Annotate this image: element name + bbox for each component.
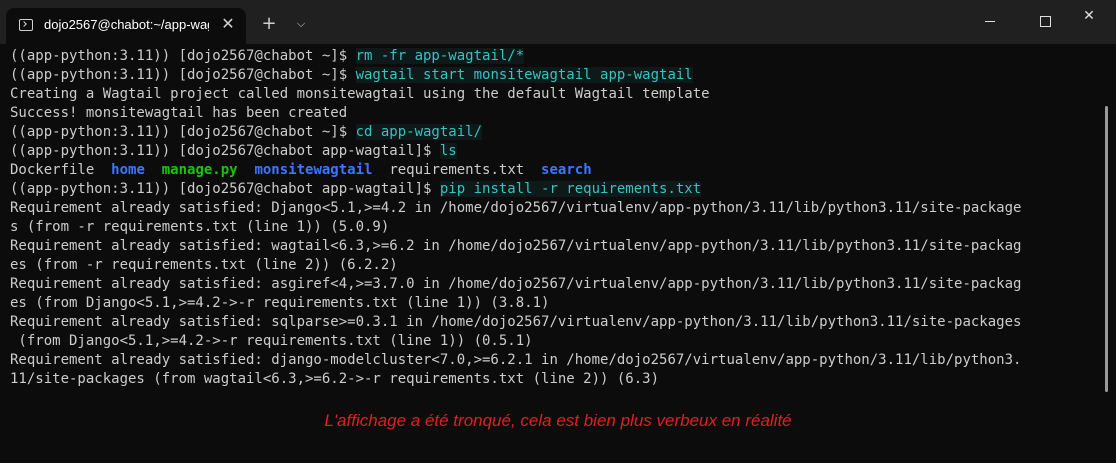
output-line: Requirement already satisfied: wagtail<6…	[10, 238, 1022, 254]
ls-dir-monsitewagtail: monsitewagtail	[254, 162, 373, 178]
maximize-button[interactable]	[1022, 8, 1068, 36]
output-line: Requirement already satisfied: sqlparse>…	[10, 314, 1022, 330]
output-line: 11/site-packages (from wagtail<6.3,>=6.2…	[10, 371, 660, 387]
command: wagtail start monsitewagtail app-wagtail	[355, 67, 693, 83]
tab-title: dojo2567@chabot:~/app-wag	[44, 17, 209, 32]
terminal-icon	[19, 19, 33, 31]
ls-dir-search: search	[541, 162, 592, 178]
command-line: ((app-python:3.11)) [dojo2567@chabot app…	[10, 142, 1100, 161]
truncation-note: L'affichage a été tronqué, cela est bien…	[324, 411, 792, 430]
maximize-icon	[1040, 16, 1051, 27]
output-line: Success! monsitewagtail has been created	[10, 105, 348, 121]
ls-file-requirements: requirements.txt	[389, 162, 525, 178]
title-bar: dojo2567@chabot:~/app-wag ✕ + ⌵ ✕	[0, 0, 1116, 44]
command: ls	[439, 143, 457, 159]
ls-dir-home: home	[111, 162, 145, 178]
command-line: ((app-python:3.11)) [dojo2567@chabot ~]$…	[10, 47, 1100, 66]
close-window-button[interactable]: ✕	[1066, 8, 1112, 36]
command-line: ((app-python:3.11)) [dojo2567@chabot ~]$…	[10, 123, 1100, 142]
output-line: s (from -r requirements.txt (line 1)) (5…	[10, 219, 390, 235]
ls-file-manage-py: manage.py	[161, 162, 238, 178]
command: rm -fr app-wagtail/*	[355, 48, 525, 64]
command: cd app-wagtail/	[355, 124, 483, 140]
prompt: ((app-python:3.11)) [dojo2567@chabot app…	[10, 181, 440, 197]
terminal-output[interactable]: ((app-python:3.11)) [dojo2567@chabot ~]$…	[10, 47, 1100, 389]
output-line: Requirement already satisfied: Django<5.…	[10, 200, 1022, 216]
scrollbar[interactable]	[1105, 106, 1108, 392]
prompt: ((app-python:3.11)) [dojo2567@chabot ~]$	[10, 67, 356, 83]
minimize-button[interactable]	[968, 8, 1014, 36]
ls-output-line: Dockerfile home manage.py monsitewagtail…	[10, 161, 1100, 180]
output-line: Requirement already satisfied: django-mo…	[10, 352, 1022, 368]
command-line: ((app-python:3.11)) [dojo2567@chabot app…	[10, 180, 1100, 199]
ls-file-dockerfile: Dockerfile	[10, 162, 95, 178]
command: pip install -r requirements.txt	[439, 181, 702, 197]
output-line: es (from Django<5.1,>=4.2->-r requiremen…	[10, 295, 550, 311]
terminal-tab[interactable]: dojo2567@chabot:~/app-wag ✕	[6, 8, 246, 44]
output-line: (from Django<5.1,>=4.2->-r requirements.…	[10, 333, 533, 349]
output-line: es (from -r requirements.txt (line 2)) (…	[10, 257, 398, 273]
prompt: ((app-python:3.11)) [dojo2567@chabot ~]$	[10, 124, 356, 140]
output-line: Requirement already satisfied: asgiref<4…	[10, 276, 1022, 292]
prompt: ((app-python:3.11)) [dojo2567@chabot ~]$	[10, 48, 356, 64]
prompt: ((app-python:3.11)) [dojo2567@chabot app…	[10, 143, 440, 159]
new-tab-button[interactable]: +	[258, 14, 280, 34]
command-line: ((app-python:3.11)) [dojo2567@chabot ~]$…	[10, 66, 1100, 85]
minimize-icon	[985, 21, 995, 22]
close-tab-icon[interactable]: ✕	[218, 14, 238, 34]
output-line: Creating a Wagtail project called monsit…	[10, 86, 710, 102]
chevron-down-icon[interactable]: ⌵	[292, 14, 310, 34]
